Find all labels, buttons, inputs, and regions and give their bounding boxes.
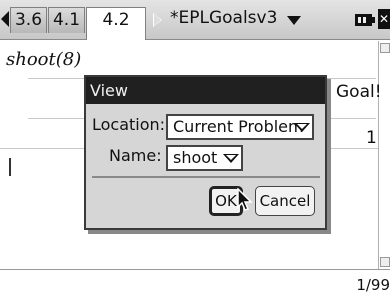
view-dialog: View Location: Current Problem Name: sho… (84, 75, 327, 230)
name-label: Name: (109, 146, 162, 165)
battery-icon (355, 14, 375, 26)
status-bar: 1/99 (0, 269, 390, 299)
tab-4-2[interactable]: 4.2 (86, 7, 146, 40)
vertical-scrollbar[interactable] (378, 41, 390, 269)
text-cursor (9, 158, 11, 176)
arrow-right-icon[interactable] (153, 13, 162, 27)
location-label: Location: (92, 115, 166, 134)
name-select[interactable]: shoot (166, 145, 243, 171)
arrow-left-icon[interactable] (1, 11, 9, 27)
cancel-button[interactable]: Cancel (255, 186, 315, 216)
result-label: Goal! (336, 82, 382, 102)
result-value: 1 (366, 128, 377, 148)
name-value: shoot (173, 148, 218, 167)
tab-4-1[interactable]: 4.1 (48, 7, 85, 33)
tab-3-6[interactable]: 3.6 (10, 7, 47, 33)
location-select[interactable]: Current Problem (166, 114, 314, 140)
location-value: Current Problem (173, 117, 304, 136)
scroll-down-icon[interactable] (380, 257, 390, 267)
scroll-up-icon[interactable] (380, 43, 390, 53)
tab-bar: 3.6 4.1 4.2 *EPLGoalsv3 ✕ (0, 0, 390, 40)
page-counter: 1/99 (356, 276, 390, 294)
close-icon[interactable]: ✕ (378, 9, 390, 29)
chevron-down-icon (223, 154, 239, 163)
dialog-title: View (86, 77, 325, 104)
expression-entry[interactable]: shoot(8) (6, 49, 81, 70)
mouse-pointer-icon (237, 188, 253, 211)
chevron-down-icon[interactable] (287, 16, 301, 25)
chevron-down-icon (294, 123, 310, 132)
dialog-divider (92, 176, 320, 178)
document-title[interactable]: *EPLGoalsv3 (170, 8, 277, 28)
